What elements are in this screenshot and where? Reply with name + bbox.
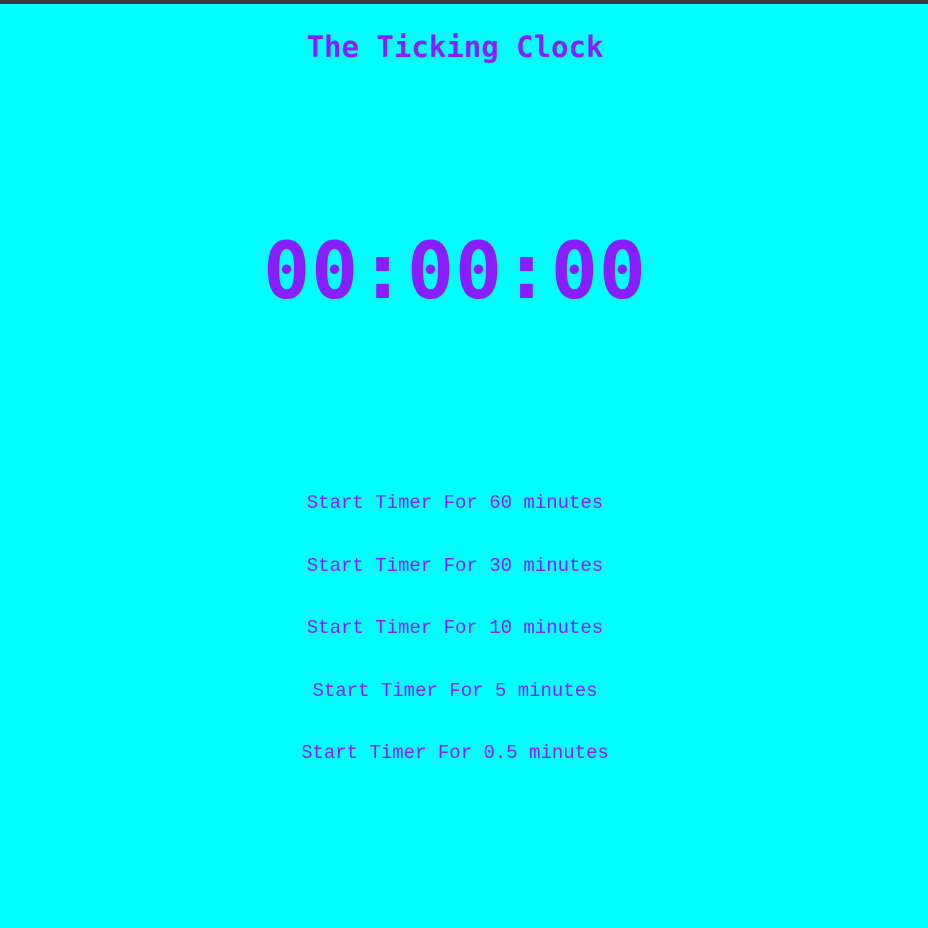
window-top-border — [0, 0, 928, 4]
timer-button-list: Start Timer For 60 minutes Start Timer F… — [0, 486, 910, 799]
start-timer-30-button[interactable]: Start Timer For 30 minutes — [307, 549, 603, 583]
clock-display: 00:00:00 — [263, 227, 647, 317]
page-title: The Ticking Clock — [306, 30, 604, 64]
start-timer-0-5-button[interactable]: Start Timer For 0.5 minutes — [301, 736, 609, 770]
start-timer-10-button[interactable]: Start Timer For 10 minutes — [307, 611, 603, 645]
start-timer-60-button[interactable]: Start Timer For 60 minutes — [307, 486, 603, 520]
start-timer-5-button[interactable]: Start Timer For 5 minutes — [312, 674, 597, 708]
